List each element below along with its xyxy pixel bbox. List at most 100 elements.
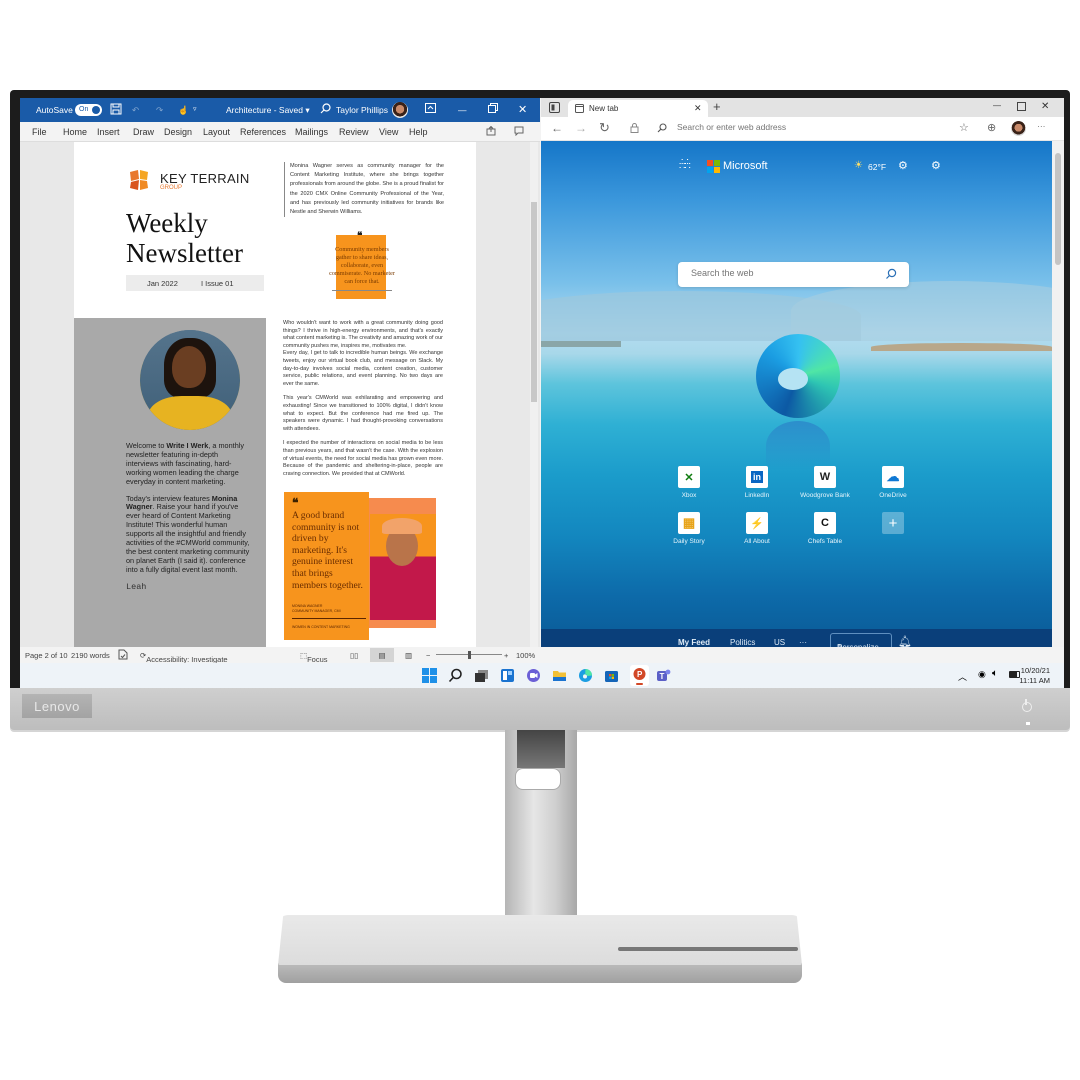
forward-icon[interactable]: →: [575, 121, 587, 135]
scroll-thumb[interactable]: [531, 202, 537, 402]
minimize-icon[interactable]: —: [458, 105, 467, 115]
powerpoint-icon[interactable]: P: [630, 665, 649, 686]
favorites-icon[interactable]: ☆: [959, 121, 969, 134]
zoom-slider-thumb[interactable]: [468, 651, 471, 659]
tab-actions-icon[interactable]: [549, 102, 560, 113]
address-bar[interactable]: [677, 122, 977, 132]
search-icon[interactable]: [320, 103, 331, 114]
feed-tab-politics[interactable]: Politics: [730, 638, 755, 647]
undo-icon[interactable]: ↶: [132, 105, 139, 116]
scroll-thumb[interactable]: [1055, 153, 1061, 265]
tab-help[interactable]: Help: [409, 127, 428, 137]
zoom-out-button[interactable]: −: [426, 651, 430, 660]
new-tab-icon[interactable]: +: [713, 99, 721, 114]
power-icon[interactable]: [1022, 699, 1032, 712]
close-icon[interactable]: ✕: [1041, 101, 1049, 112]
apps-grid-icon[interactable]: ∴∴ ∴∴: [679, 158, 691, 172]
refresh-icon[interactable]: ↻: [599, 120, 610, 136]
add-quick-link-button[interactable]: +: [859, 512, 927, 534]
zoom-in-button[interactable]: +: [504, 651, 508, 660]
maximize-icon[interactable]: [1017, 102, 1026, 111]
page-count[interactable]: Page 2 of 10: [25, 651, 68, 660]
quick-link-woodgrove[interactable]: W Woodgrove Bank: [791, 466, 859, 499]
feed-more-icon[interactable]: ···: [799, 638, 807, 647]
ribbon-display-icon[interactable]: [425, 103, 436, 113]
tab-insert[interactable]: Insert: [97, 127, 120, 137]
share-icon[interactable]: [486, 126, 496, 136]
accessibility-status[interactable]: ⟳ Accessibility: Investigate: [140, 651, 228, 664]
autosave-toggle[interactable]: On: [75, 104, 102, 116]
chat-icon[interactable]: [526, 668, 541, 683]
volume-icon[interactable]: 🔈︎: [992, 668, 998, 679]
tab-references[interactable]: References: [240, 127, 286, 137]
tab-design[interactable]: Design: [164, 127, 192, 137]
search-icon[interactable]: [885, 268, 897, 280]
quick-link-onedrive[interactable]: ☁ OneDrive: [859, 466, 927, 499]
touch-mode-icon[interactable]: ☝: [178, 105, 189, 116]
quick-link-daily-story[interactable]: ▦ Daily Story: [655, 512, 723, 545]
read-mode-icon[interactable]: ▯▯: [350, 651, 358, 660]
settings-icon[interactable]: ⚙: [898, 159, 908, 172]
save-icon[interactable]: [110, 103, 122, 115]
proofing-icon[interactable]: [118, 649, 128, 660]
profile-avatar[interactable]: [1011, 121, 1026, 136]
intro-paragraph-1: Welcome to Write I Werk, a monthly newsl…: [126, 441, 251, 487]
redo-icon[interactable]: ↷: [156, 105, 163, 116]
start-icon[interactable]: [422, 668, 437, 683]
tab-file[interactable]: File: [32, 127, 47, 137]
feed-tab-us[interactable]: US: [774, 638, 785, 647]
tab-new-tab[interactable]: New tab ✕: [568, 100, 708, 117]
web-search-box[interactable]: [678, 262, 909, 287]
print-layout-icon[interactable]: ▤: [370, 648, 394, 662]
tab-view[interactable]: View: [379, 127, 398, 137]
tab-review[interactable]: Review: [339, 127, 369, 137]
weather-temp[interactable]: 62°F: [868, 162, 886, 172]
show-hidden-icons[interactable]: ︿: [958, 670, 967, 683]
web-search-input[interactable]: [691, 268, 871, 278]
tab-layout[interactable]: Layout: [203, 127, 230, 137]
quick-link-all-about[interactable]: ⚡ All About: [723, 512, 791, 545]
focus-button[interactable]: ⬚ Focus: [300, 651, 328, 664]
collections-icon[interactable]: ⊕: [987, 121, 996, 134]
web-layout-icon[interactable]: ▥: [405, 651, 412, 660]
quick-link-chefs-table[interactable]: C Chefs Table: [791, 512, 859, 545]
close-tab-icon[interactable]: ✕: [694, 103, 702, 114]
clock[interactable]: 10/20/21 11:11 AM: [1019, 666, 1050, 685]
edge-vertical-scrollbar[interactable]: [1052, 141, 1064, 647]
zoom-level[interactable]: 100%: [516, 651, 535, 660]
store-icon[interactable]: [604, 668, 619, 683]
restore-icon[interactable]: [488, 103, 498, 113]
more-icon[interactable]: ···: [1037, 121, 1046, 131]
tab-home[interactable]: Home: [63, 127, 87, 137]
widgets-icon[interactable]: [500, 668, 515, 683]
tab-mailings[interactable]: Mailings: [295, 127, 328, 137]
weather-icon[interactable]: ☀: [854, 160, 863, 171]
comments-icon[interactable]: [514, 126, 524, 136]
linkedin-glyph: in: [751, 471, 763, 483]
battery-icon[interactable]: [1009, 671, 1020, 678]
document-page[interactable]: KEY TERRAIN GROUP Weekly Newsletter Jan …: [74, 142, 476, 647]
user-avatar[interactable]: [392, 102, 408, 118]
word-vertical-scrollbar[interactable]: [530, 142, 538, 647]
close-icon[interactable]: ✕: [518, 103, 527, 116]
wifi-icon[interactable]: ◉: [978, 669, 986, 680]
user-name[interactable]: Taylor Phillips: [336, 105, 388, 115]
document-title[interactable]: Architecture - Saved ▾: [226, 105, 310, 116]
tab-draw[interactable]: Draw: [133, 127, 154, 137]
feed-tab-my-feed[interactable]: My Feed: [678, 638, 710, 647]
minimize-icon[interactable]: —: [993, 101, 1001, 110]
word-count[interactable]: 2190 words: [71, 651, 110, 660]
customize-qat-icon[interactable]: ▿: [193, 105, 197, 113]
edge-icon[interactable]: [578, 668, 593, 683]
teams-icon[interactable]: T: [656, 668, 671, 683]
quick-link-linkedin[interactable]: in LinkedIn: [723, 466, 791, 499]
personalize-button[interactable]: ✎ Personalize: [830, 633, 892, 647]
file-explorer-icon[interactable]: [552, 668, 567, 683]
search-icon[interactable]: [448, 668, 463, 683]
task-view-icon[interactable]: [474, 668, 489, 683]
back-icon[interactable]: ←: [551, 121, 563, 135]
page-settings-icon[interactable]: ⚙: [931, 159, 941, 172]
quick-link-xbox[interactable]: ✕ Xbox: [655, 466, 723, 499]
microsoft-brand: Microsoft: [723, 160, 768, 172]
notifications-bell-icon[interactable]: 🔔︎: [898, 635, 912, 647]
